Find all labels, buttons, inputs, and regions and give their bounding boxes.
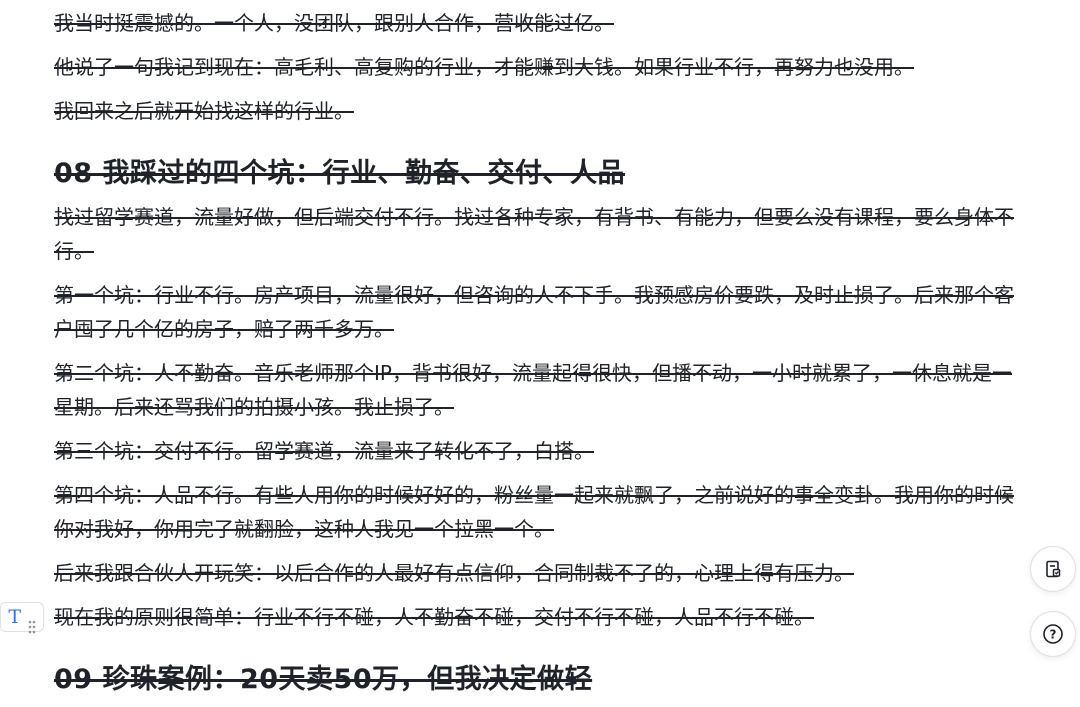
paragraph-top-2[interactable]: 他说了一句我记到现在：高毛利、高复购的行业，才能赚到大钱。如果行业不行，再努力也…: [54, 50, 1024, 84]
paragraph-top-1[interactable]: 我当时挺震撼的。一个人，没团队，跟别人合作，营收能过亿。: [54, 6, 1024, 40]
paragraph-08-4[interactable]: 第三个坑：交付不行。留学赛道，流量来了转化不了，白搭。: [54, 434, 1024, 468]
text-type-icon[interactable]: T: [8, 607, 21, 627]
paragraph-08-7[interactable]: T 现在我的原则很简单：行业不行不碰，人不勤奋不碰，交付不行不碰，人品不行不碰。: [0, 600, 1024, 634]
drag-handle-icon[interactable]: [28, 610, 36, 634]
paragraph-08-5[interactable]: 第四个坑：人品不行。有些人用你的时候好好的，粉丝量一起来就飘了，之前说好的事全变…: [54, 478, 1024, 546]
heading-section-09[interactable]: 09 珍珠案例：20天卖50万，但我决定做轻: [54, 660, 1024, 700]
block-handle[interactable]: T: [0, 602, 44, 634]
paragraph-08-3[interactable]: 第二个坑：人不勤奋。音乐老师那个IP，背书很好，流量起得很快，但播不动，一小时就…: [54, 356, 1024, 424]
document-body: 我当时挺震撼的。一个人，没团队，跟别人合作，营收能过亿。 他说了一句我记到现在：…: [0, 6, 1024, 706]
paragraph-08-2[interactable]: 第一个坑：行业不行。房产项目，流量很好，但咨询的人不下手。我预感房价要跌，及时止…: [54, 278, 1024, 346]
paragraph-08-1[interactable]: 找过留学赛道，流量好做，但后端交付不行。找过各种专家，有背书、有能力，但要么没有…: [54, 200, 1024, 268]
svg-text:?: ?: [1050, 628, 1057, 642]
heading-section-08[interactable]: 08 我踩过的四个坑：行业、勤奋、交付、人品: [54, 154, 1024, 194]
help-icon: ?: [1042, 623, 1064, 645]
help-button[interactable]: ?: [1030, 611, 1076, 657]
paragraph-08-6[interactable]: 后来我跟合伙人开玩笑：以后合作的人最好有点信仰，合同制裁不了的，心理上得有压力。: [54, 556, 1024, 590]
document-outline-button[interactable]: [1030, 546, 1076, 592]
paragraph-top-3[interactable]: 我回来之后就开始找这样的行业。: [54, 94, 1024, 128]
paragraph-08-7-text: 现在我的原则很简单：行业不行不碰，人不勤奋不碰，交付不行不碰，人品不行不碰。: [54, 605, 814, 629]
document-outline-icon: [1043, 559, 1063, 579]
